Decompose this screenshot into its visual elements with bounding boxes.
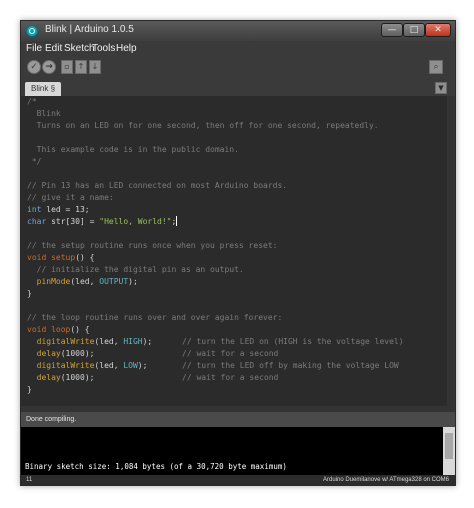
code-comment: // turn the LED off by making the voltag… [182, 361, 399, 370]
code-line: void setup() { [27, 252, 94, 264]
code-line: char str[30] = "Hello, World!"; [27, 216, 178, 228]
type-keyword: void [27, 253, 47, 262]
code-comment: // wait for a second [182, 373, 279, 382]
constant: LOW [123, 361, 138, 370]
console-scroll-thumb[interactable] [445, 433, 453, 459]
tab-menu-icon[interactable]: ▼ [435, 82, 447, 94]
code-line: digitalWrite(led, LOW); [27, 360, 148, 372]
code-line: // the loop routine runs over and over a… [27, 313, 283, 322]
text-cursor [176, 216, 178, 226]
code-line: This example code is in the public domai… [27, 145, 239, 154]
code-comment: // wait for a second [182, 349, 279, 358]
window-title: Blink | Arduino 1.0.5 [45, 24, 134, 35]
upload-icon[interactable]: → [42, 60, 56, 74]
serial-monitor-icon[interactable]: ⌕ [429, 60, 443, 74]
open-icon[interactable]: ↑ [75, 60, 87, 74]
close-button[interactable]: ✕ [425, 23, 451, 37]
code-line: delay(1000); [27, 348, 95, 360]
type-keyword: int [27, 205, 42, 214]
code-line: Blink [27, 109, 61, 118]
editor-vertical-scrollbar[interactable] [447, 96, 455, 412]
menu-sketch[interactable]: Sketch [64, 43, 95, 54]
type-keyword: void [27, 325, 47, 334]
arduino-app-icon [26, 25, 38, 37]
title-bar: Blink | Arduino 1.0.5 — □ ✕ [21, 21, 455, 41]
code-line: void loop() { [27, 324, 90, 336]
code-text: ); [137, 361, 148, 370]
menu-tools[interactable]: Tools [92, 43, 115, 54]
arduino-ide-window: Blink | Arduino 1.0.5 — □ ✕ File Edit Sk… [20, 20, 456, 486]
status-bar: Done compiling. [21, 412, 455, 427]
console-line: Binary sketch size: 1,084 bytes (of a 30… [25, 462, 287, 471]
code-line: // Pin 13 has an LED connected on most A… [27, 181, 288, 190]
console-scrollbar[interactable] [443, 427, 455, 475]
toolbar: ✓ → ▫ ↑ ↓ ⌕ [21, 57, 455, 79]
function-name: loop [51, 325, 71, 334]
type-keyword: char [27, 217, 47, 226]
code-text: () { [75, 253, 95, 262]
code-text: ); [142, 337, 153, 346]
code-text: str[30] = [46, 217, 100, 226]
menu-help[interactable]: Help [116, 43, 137, 54]
maximize-button[interactable]: □ [403, 23, 425, 37]
code-text: (1000); [60, 349, 95, 358]
constant: HIGH [123, 337, 143, 346]
menu-bar: File Edit Sketch Tools Help [21, 41, 455, 57]
code-line: delay(1000); [27, 372, 95, 384]
function-call: digitalWrite [36, 361, 95, 370]
status-message: Done compiling. [26, 416, 77, 423]
string-literal: "Hello, World!" [99, 217, 172, 226]
tab-blink[interactable]: Blink § [25, 82, 62, 96]
code-text: (led, [94, 337, 124, 346]
function-call: delay [36, 349, 61, 358]
footer-bar: 11 Arduino Duemilanove w/ ATmega328 on C… [21, 475, 455, 485]
code-text: () { [70, 325, 90, 334]
code-line: // the setup routine runs once when you … [27, 241, 278, 250]
tab-strip: Blink § ▼ [21, 79, 455, 96]
code-line: } [27, 385, 32, 394]
code-line: // initialize the digital pin as an outp… [27, 265, 244, 274]
code-text: (led, [70, 277, 100, 286]
console-output: Binary sketch size: 1,084 bytes (of a 30… [21, 427, 455, 475]
function-call: delay [36, 373, 61, 382]
code-line: /* [27, 97, 37, 106]
new-icon[interactable]: ▫ [61, 60, 73, 74]
function-call: digitalWrite [36, 337, 95, 346]
board-info: Arduino Duemilanove w/ ATmega328 on COM6 [323, 477, 449, 483]
verify-icon[interactable]: ✓ [27, 60, 41, 74]
save-icon[interactable]: ↓ [89, 60, 101, 74]
code-text: ); [128, 277, 138, 286]
code-line: } [27, 289, 32, 298]
code-text: (1000); [60, 373, 95, 382]
code-text: led = 13; [41, 205, 90, 214]
code-line: */ [27, 157, 42, 166]
code-comment: // turn the LED on (HIGH is the voltage … [182, 337, 404, 346]
minimize-button[interactable]: — [381, 23, 403, 37]
code-text: (led, [94, 361, 124, 370]
code-line: digitalWrite(led, HIGH); [27, 336, 153, 348]
code-line: // give it a name: [27, 193, 114, 202]
code-line: Turns on an LED on for one second, then … [27, 121, 379, 130]
code-line: pinMode(led, OUTPUT); [27, 276, 138, 288]
code-editor[interactable]: /* Blink Turns on an LED on for one seco… [21, 96, 455, 412]
menu-edit[interactable]: Edit [45, 43, 62, 54]
function-call: pinMode [36, 277, 71, 286]
constant: OUTPUT [99, 277, 129, 286]
menu-file[interactable]: File [26, 43, 42, 54]
line-number: 11 [26, 477, 33, 483]
code-line: int led = 13; [27, 204, 90, 216]
function-name: setup [51, 253, 76, 262]
